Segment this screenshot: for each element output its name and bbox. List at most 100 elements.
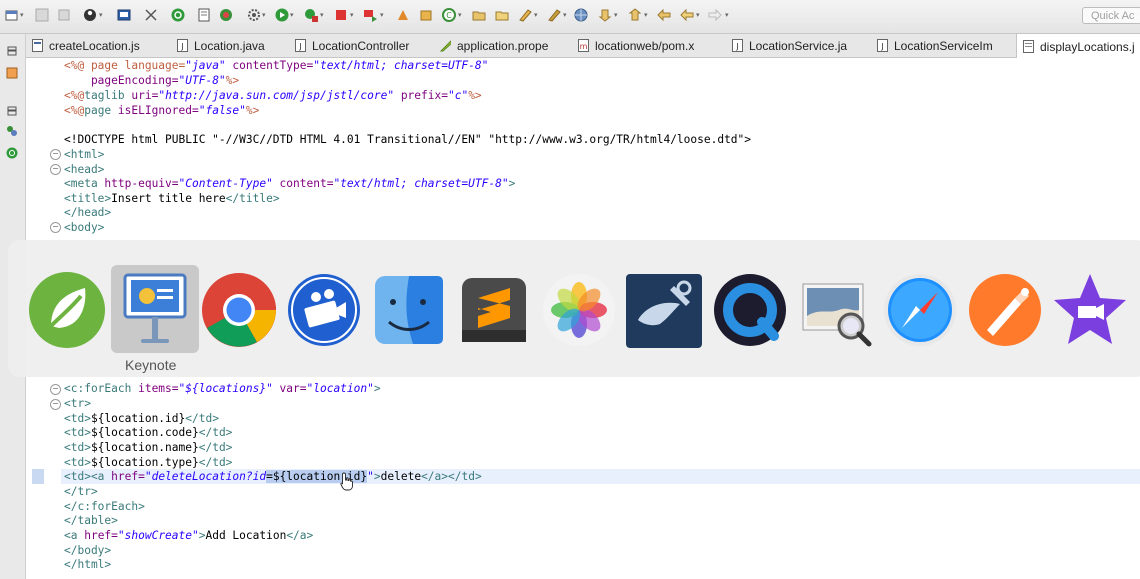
code-line: <td>${location.name}</td> (64, 441, 233, 454)
pen-icon-2[interactable] (546, 7, 562, 23)
new-icon[interactable] (4, 7, 20, 23)
boot-dashboard-icon[interactable] (4, 146, 20, 160)
photos-icon[interactable] (539, 270, 619, 350)
tab-locationservice[interactable]: J LocationService.ja (732, 34, 847, 57)
terminal-icon[interactable] (116, 7, 132, 23)
svg-text:J: J (298, 42, 301, 51)
pen-icon[interactable] (517, 7, 533, 23)
tab-label: displayLocations.j (1040, 39, 1135, 54)
code-line: <td>${location.type}</td> (64, 456, 233, 469)
person-icon[interactable] (82, 7, 98, 23)
quick-access-input[interactable]: Quick Ac (1082, 7, 1140, 24)
code-line: <td>${location.code}</td> (64, 426, 233, 439)
maven-file-icon: m (578, 39, 589, 52)
chrome-icon[interactable] (199, 270, 279, 350)
java-file-icon: J (295, 39, 306, 52)
refresh-icon[interactable] (218, 7, 234, 23)
folder-icon[interactable] (494, 7, 510, 23)
gear-icon[interactable]: C (441, 7, 457, 23)
imovie-icon[interactable] (1050, 270, 1130, 350)
code-line: pageEncoding="UTF-8"%> (64, 74, 240, 87)
code-line: <%@page isELIgnored="false"%> (64, 104, 260, 117)
tab-label: LocationController (312, 38, 410, 53)
tab-application-properties[interactable]: application.prope (440, 34, 548, 57)
quicktime-icon[interactable] (710, 270, 790, 350)
spring-tool-suite-icon[interactable] (27, 270, 107, 350)
run-config-icon[interactable] (303, 7, 319, 23)
preview-icon[interactable] (795, 270, 875, 350)
tab-locationserviceimpl[interactable]: J LocationServiceIm (877, 34, 993, 57)
sublime-text-icon[interactable] (454, 270, 534, 350)
tab-label: LocationService.ja (749, 38, 848, 53)
code-line: </html> (64, 558, 112, 571)
keynote-icon[interactable] (111, 265, 199, 353)
svg-text:C: C (446, 11, 452, 20)
safari-icon[interactable] (880, 270, 960, 350)
down-icon[interactable] (597, 7, 613, 23)
power-icon[interactable] (170, 7, 186, 23)
code-line: <head> (64, 163, 105, 176)
code-line: <html> (64, 148, 105, 161)
flag-icon[interactable] (362, 7, 378, 23)
save-all-icon[interactable] (56, 7, 72, 23)
jsp-file-icon (1023, 40, 1034, 53)
main-toolbar: ▾ ▾ ▾ ▾ ▾ ▾ ▾ C ▾ ▾ ▾ ▾ ▾ ▾ ▾ Quick Ac (0, 0, 1140, 34)
servers-icon[interactable] (4, 124, 20, 138)
open-folder-icon[interactable] (471, 7, 487, 23)
tab-label: application.prope (457, 38, 549, 53)
code-line: <td>${location.id}</td> (64, 412, 219, 425)
run-icon[interactable] (274, 7, 290, 23)
fold-toggle-icon[interactable]: − (50, 164, 61, 175)
code-line: <%@taglib uri="http://java.sun.com/jsp/j… (64, 89, 482, 102)
fold-toggle-icon[interactable]: − (50, 149, 61, 160)
screen-recorder-icon[interactable] (284, 270, 364, 350)
minimize-icon-2[interactable] (4, 104, 20, 118)
tab-createlocation-js[interactable]: createLocation.js (32, 34, 140, 57)
tab-pom-xml[interactable]: m locationweb/pom.x (578, 34, 694, 57)
code-line: </table> (64, 514, 118, 527)
svg-text:J: J (180, 42, 183, 51)
code-line: </c:forEach> (64, 500, 145, 513)
forward-icon[interactable] (707, 7, 723, 23)
finder-icon[interactable] (369, 270, 449, 350)
code-line: <body> (64, 221, 105, 234)
fold-toggle-icon[interactable]: − (50, 222, 61, 233)
java-file-icon: J (177, 39, 188, 52)
tab-locationcontroller[interactable]: J LocationController (295, 34, 409, 57)
svg-text:J: J (735, 42, 738, 51)
code-line: <meta http-equiv="Content-Type" content=… (64, 177, 516, 190)
js-file-icon (32, 39, 43, 52)
tab-location-java[interactable]: J Location.java (177, 34, 265, 57)
svg-text:J: J (880, 42, 883, 51)
editor-tab-bar: createLocation.js J Location.java J Loca… (26, 33, 1140, 59)
hand-cursor-icon (340, 472, 354, 492)
save-icon[interactable] (34, 7, 50, 23)
mysql-workbench-icon[interactable] (624, 270, 704, 350)
java-file-icon: J (732, 39, 743, 52)
code-line: <!DOCTYPE html PUBLIC "-//W3C//DTD HTML … (64, 133, 752, 146)
fold-toggle-icon[interactable]: − (50, 399, 61, 410)
package-explorer-icon[interactable] (4, 66, 20, 80)
code-line: <c:forEach items="${locations}" var="loc… (64, 382, 381, 395)
code-line: </head> (64, 206, 112, 219)
settings-icon[interactable] (246, 7, 262, 23)
tab-displaylocations-jsp[interactable]: displayLocations.j (1016, 33, 1140, 59)
up-icon[interactable] (627, 7, 643, 23)
debug-icon[interactable] (143, 7, 159, 23)
page-icon[interactable] (196, 7, 212, 23)
fold-toggle-icon[interactable]: − (50, 384, 61, 395)
code-line: </tr> (64, 485, 98, 498)
package-icon[interactable] (418, 7, 434, 23)
stop-icon[interactable] (333, 7, 349, 23)
build-icon[interactable] (395, 7, 411, 23)
pencil-app-icon[interactable] (965, 270, 1045, 350)
minimize-icon[interactable] (4, 44, 20, 58)
code-line: <title>Insert title here</title> (64, 192, 280, 205)
back-icon[interactable] (656, 7, 672, 23)
globe-icon[interactable] (573, 7, 589, 23)
gutter-marker (32, 469, 44, 484)
code-line: <td><a href="deleteLocation?id=${locatio… (64, 470, 482, 483)
back-icon-2[interactable] (679, 7, 695, 23)
code-line: </body> (64, 544, 112, 557)
code-line: <a href="showCreate">Add Location</a> (64, 529, 314, 542)
